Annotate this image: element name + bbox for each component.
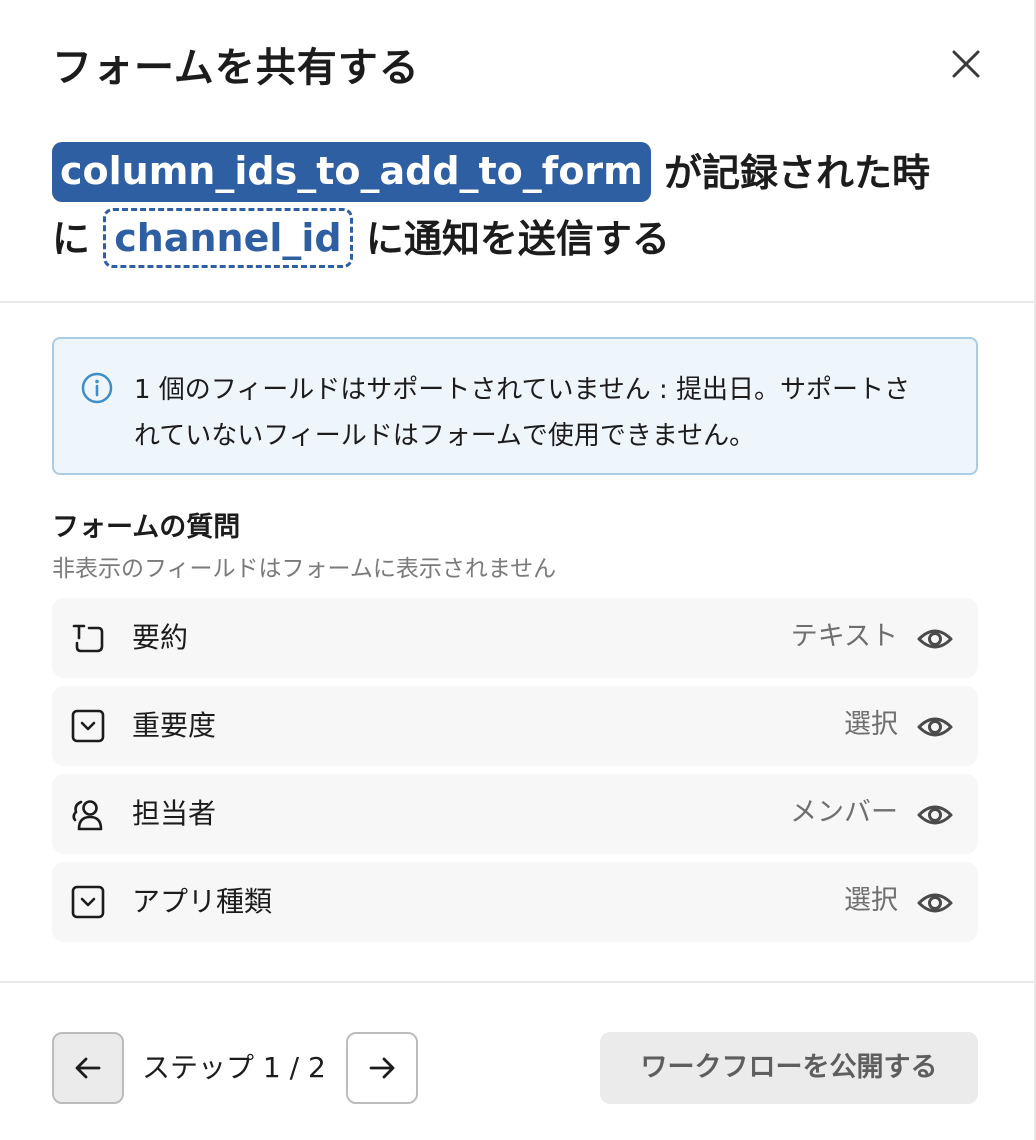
field-row-assignee[interactable]: 担当者 メンバー: [52, 774, 978, 854]
text-field-icon: [72, 624, 104, 653]
dropdown-icon: [71, 709, 105, 743]
summary-text-1: が記録された時: [664, 151, 931, 195]
close-button[interactable]: [948, 46, 984, 82]
next-step-button[interactable]: [346, 1032, 418, 1104]
questions-title: フォームの質問: [52, 512, 241, 543]
channel-token[interactable]: channel_id: [103, 208, 353, 268]
field-row-severity[interactable]: 重要度 選択: [52, 686, 978, 766]
questions-subtitle: 非表示のフィールドはフォームに表示されません: [52, 556, 557, 582]
field-type: テキスト: [790, 621, 898, 652]
field-row-app-type[interactable]: アプリ種類 選択: [52, 862, 978, 942]
divider: [0, 301, 1034, 303]
field-label: 担当者: [132, 797, 217, 830]
previous-step-button[interactable]: [52, 1032, 124, 1104]
field-label: 要約: [132, 621, 189, 654]
arrow-left-icon: [75, 1057, 101, 1079]
close-icon: [952, 50, 980, 78]
field-type: 選択: [844, 709, 898, 740]
workflow-summary: column_ids_to_add_to_form が記録された時 に chan…: [52, 140, 992, 272]
summary-text-2: に: [52, 217, 91, 261]
eye-icon[interactable]: [916, 708, 954, 746]
member-icon: [72, 800, 103, 831]
field-label: 重要度: [132, 709, 217, 742]
dialog-title: フォームを共有する: [52, 45, 420, 91]
arrow-right-icon: [369, 1057, 395, 1079]
summary-text-3: に通知を送信する: [365, 217, 670, 261]
field-type: メンバー: [790, 797, 898, 828]
dropdown-icon: [71, 885, 105, 919]
divider: [0, 981, 1034, 983]
eye-icon[interactable]: [916, 796, 954, 834]
field-label: アプリ種類: [132, 885, 273, 918]
eye-icon[interactable]: [916, 620, 954, 658]
info-message: 1 個のフィールドはサポートされていません : 提出日。サポートされていないフィ…: [134, 375, 911, 451]
dialog-footer: ステップ 1 / 2 ワークフローを公開する: [52, 1032, 978, 1104]
field-list: 要約 テキスト 重要度 選択 担当者 メンバー アプリ種類 選択: [52, 598, 978, 950]
field-row-summary[interactable]: 要約 テキスト: [52, 598, 978, 678]
step-indicator: ステップ 1 / 2: [142, 1051, 326, 1084]
share-form-dialog: フォームを共有する column_ids_to_add_to_form が記録さ…: [0, 0, 1036, 1140]
info-icon: [81, 372, 113, 404]
publish-workflow-button[interactable]: ワークフローを公開する: [600, 1032, 978, 1104]
dialog-header: フォームを共有する: [52, 40, 984, 96]
field-type: 選択: [844, 885, 898, 916]
column-token[interactable]: column_ids_to_add_to_form: [52, 142, 651, 202]
eye-icon[interactable]: [916, 884, 954, 922]
info-banner: 1 個のフィールドはサポートされていません : 提出日。サポートされていないフィ…: [52, 337, 978, 475]
